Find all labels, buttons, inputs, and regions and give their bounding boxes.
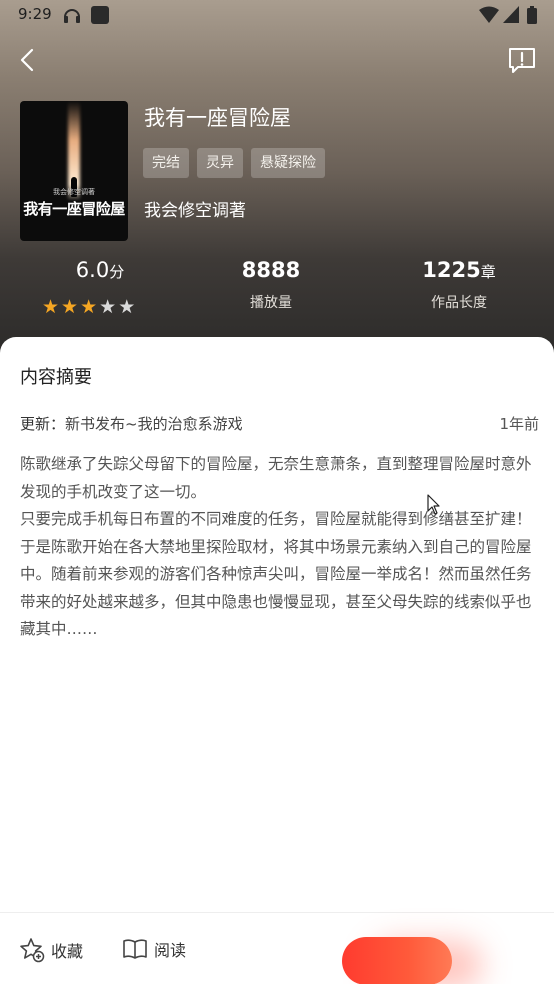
plays-label: 播放量 — [250, 295, 292, 311]
latest-update[interactable]: 更新：新书发布~我的治愈系游戏 1年前 — [20, 413, 539, 434]
summary-paragraph: 于是陈歌开始在各大禁地里探险取材，将其中场景元素纳入到自己的冒险屋中。随着前来参… — [20, 537, 532, 639]
headset-icon — [62, 6, 82, 28]
book-cover[interactable]: 我会修空调著 我有一座冒险屋 — [20, 101, 128, 241]
back-button[interactable] — [10, 42, 46, 78]
rating-unit: 分 — [109, 263, 125, 281]
book-icon — [123, 939, 147, 959]
tag-list: 完结 灵异 悬疑探险 — [143, 148, 325, 178]
tag[interactable]: 悬疑探险 — [251, 148, 325, 178]
report-button[interactable] — [504, 42, 540, 78]
rating-stat: 6.0分 — [50, 258, 150, 282]
update-text: 新书发布~我的治愈系游戏 — [65, 415, 243, 433]
start-reading-button[interactable] — [342, 937, 452, 984]
favorite-button[interactable]: 收藏 — [19, 937, 83, 963]
notification-icon — [91, 6, 109, 28]
tag[interactable]: 灵异 — [197, 148, 243, 178]
bottom-action-bar: 收藏 阅读 — [0, 912, 554, 984]
summary-sheet: 内容摘要 更新：新书发布~我的治愈系游戏 1年前 陈歌继承了失踪父母留下的冒险屋… — [0, 337, 554, 984]
favorite-label: 收藏 — [51, 942, 84, 961]
star-icon: ★ — [80, 296, 98, 318]
wifi-icon — [479, 6, 499, 28]
mouse-cursor-icon — [427, 494, 441, 520]
length-label: 作品长度 — [431, 295, 487, 311]
update-label: 更新： — [20, 415, 66, 433]
length-stat: 1225章 作品长度 — [404, 258, 514, 312]
book-title: 我有一座冒险屋 — [144, 106, 291, 130]
plays-stat: 8888 播放量 — [221, 258, 321, 312]
update-time: 1年前 — [499, 415, 539, 433]
star-icon: ★ — [61, 296, 79, 318]
book-header: 9:29 我会修空调著 我有一座冒险屋 我有一座冒险屋 完结 灵异 悬疑探险 我… — [0, 0, 554, 360]
star-icon: ★ — [99, 296, 117, 318]
summary-paragraph: 陈歌继承了失踪父母留下的冒险屋，无奈生意萧条，直到整理冒险屋时意外发现的手机改变… — [20, 455, 532, 501]
status-bar: 9:29 — [0, 0, 554, 30]
section-title: 内容摘要 — [20, 367, 92, 388]
plays-value: 8888 — [241, 258, 301, 282]
rating-value: 6.0 — [75, 258, 110, 282]
read-button[interactable]: 阅读 — [122, 937, 186, 961]
star-icon: ★ — [118, 296, 136, 318]
feedback-icon — [509, 48, 535, 73]
top-bar — [0, 30, 554, 90]
chapters-value: 1225 — [422, 258, 481, 282]
star-plus-icon — [20, 938, 45, 963]
read-label: 阅读 — [154, 941, 187, 960]
chapters-unit: 章 — [480, 263, 496, 281]
cover-title: 我有一座冒险屋 — [23, 200, 125, 218]
status-time: 9:29 — [18, 5, 52, 23]
star-icon: ★ — [42, 296, 60, 318]
rating-stars: ★ ★ ★ ★ ★ — [42, 297, 135, 317]
battery-icon — [527, 6, 537, 28]
chevron-left-icon — [20, 48, 34, 72]
signal-icon — [503, 6, 519, 28]
cover-author-text: 我会修空调著 — [53, 188, 95, 196]
summary-paragraph: 只要完成手机每日布置的不同难度的任务，冒险屋就能得到修缮甚至扩建！ — [20, 510, 532, 528]
tag[interactable]: 完结 — [143, 148, 189, 178]
book-author[interactable]: 我会修空调著 — [144, 196, 246, 221]
summary-text: 陈歌继承了失踪父母留下的冒险屋，无奈生意萧条，直到整理冒险屋时意外发现的手机改变… — [20, 451, 532, 644]
